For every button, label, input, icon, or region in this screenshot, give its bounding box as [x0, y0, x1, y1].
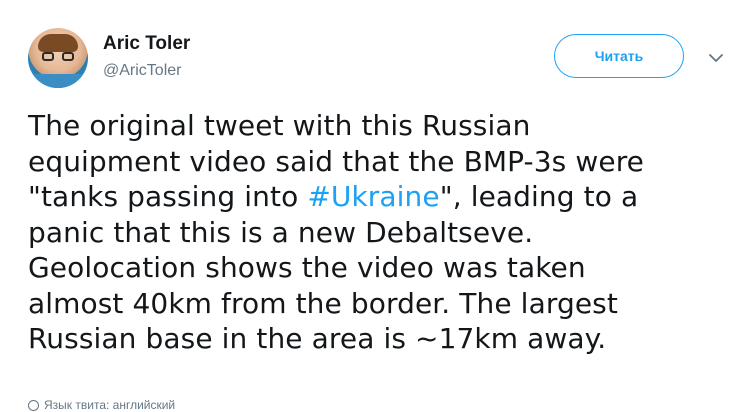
- hashtag-link[interactable]: #Ukraine: [307, 180, 439, 213]
- avatar-shirt: [28, 74, 88, 88]
- tweet-card: Aric Toler @AricToler Читать The origina…: [0, 0, 753, 412]
- translate-label: Язык твита: английский: [44, 398, 176, 412]
- tweet-text-fragment: ", leading to a: [439, 180, 639, 213]
- tweet-text: The original tweet with this Russian equ…: [28, 108, 728, 357]
- tweet-text-line: The original tweet with this Russian: [28, 109, 531, 142]
- avatar[interactable]: [28, 28, 88, 88]
- tweet-text-line: Russian base in the area is ~17km away.: [28, 322, 607, 355]
- author-handle[interactable]: @AricToler: [103, 62, 181, 80]
- tweet-text-fragment: "tanks passing into: [28, 180, 308, 213]
- avatar-hair: [38, 34, 78, 52]
- translate-link[interactable]: Язык твита: английский: [28, 398, 175, 412]
- follow-button[interactable]: Читать: [554, 34, 684, 78]
- globe-icon: [28, 399, 39, 411]
- tweet-text-line: almost 40km from the border. The largest: [28, 286, 618, 320]
- tweet-text-line: panic that this is a new Debaltseve.: [28, 215, 534, 249]
- author-name[interactable]: Aric Toler: [103, 33, 190, 55]
- chevron-down-icon[interactable]: [706, 48, 726, 68]
- tweet-text-line: equipment video said that the BMP-3s wer…: [28, 144, 645, 178]
- avatar-glasses: [42, 52, 74, 62]
- tweet-text-line: "tanks passing into #Ukraine", leading t…: [28, 179, 728, 215]
- tweet-text-line: Geolocation shows the video was taken: [28, 251, 586, 284]
